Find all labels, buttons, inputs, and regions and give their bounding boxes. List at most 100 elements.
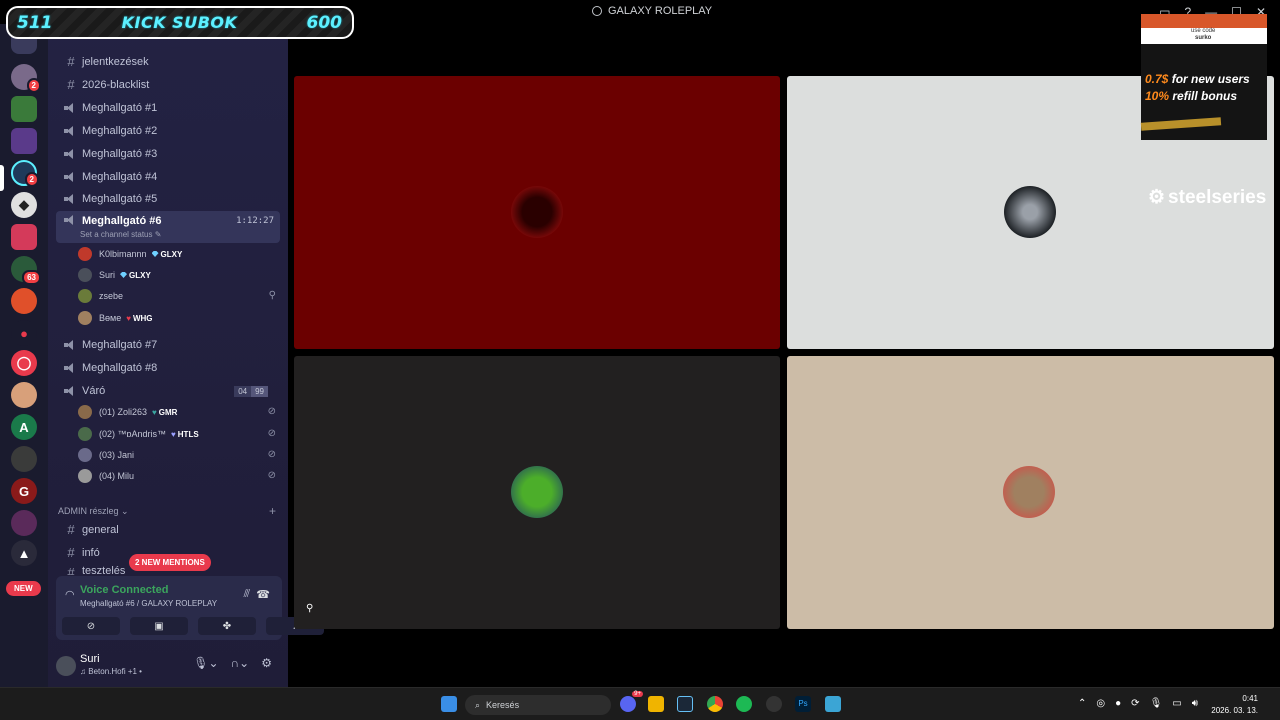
copilot-icon[interactable]: ◎ <box>1096 698 1105 709</box>
server-icon-green[interactable] <box>11 96 37 122</box>
voice-member[interactable]: (03) Jani <box>78 445 134 465</box>
member-name: (02) ™ɒAndris™ <box>99 429 167 439</box>
kick-banner-label: KICK SUBOK <box>121 13 238 32</box>
discord-icon[interactable]: 9+ <box>620 691 643 712</box>
avatar <box>78 448 92 462</box>
avatar <box>78 268 92 282</box>
file-explorer-icon[interactable] <box>648 696 664 712</box>
chevron-up-icon[interactable]: ⌃ <box>1078 698 1086 709</box>
windows-start-icon[interactable] <box>441 696 457 712</box>
disconnect-icon[interactable]: ☎ <box>256 588 270 601</box>
server-icon-kristof[interactable]: 63 <box>11 256 41 285</box>
ad-banner: use code surko <box>1141 14 1267 44</box>
channel-status-prompt[interactable]: Set a channel status ✎ <box>80 230 161 239</box>
channel-label: infó <box>82 546 100 559</box>
server-icon-white[interactable]: ◆ <box>11 192 37 218</box>
streaming-icon: ⚲ <box>306 603 314 614</box>
microphone-icon[interactable]: 🎙︎ <box>1150 698 1163 709</box>
channel-meghallgato-7[interactable]: Meghallgató #7 <box>56 334 280 355</box>
user-panel: Suri ♫ Beton.Hofi +1 • 🎙︎⌄ ∩⌄ ⚙ <box>48 644 288 687</box>
microphone-icon[interactable]: 🎙︎⌄ <box>193 656 218 670</box>
channel-label: jelentkezések <box>82 55 149 68</box>
server-icon-purple[interactable] <box>11 510 37 536</box>
server-icon-red-dot[interactable]: ● <box>11 320 37 346</box>
server-icon-avatar[interactable] <box>11 382 37 408</box>
spotify-icon[interactable] <box>736 696 752 712</box>
steelseries-gg-icon[interactable] <box>766 696 782 712</box>
camera-off-button[interactable]: ⊘ <box>62 617 120 635</box>
voice-member[interactable]: Suri GLXY <box>78 265 151 285</box>
camera-off-icon: ⊘ <box>86 620 96 632</box>
member-name: zsebe <box>99 291 124 301</box>
voice-member[interactable]: zsebe <box>78 286 123 306</box>
voice-member[interactable]: (01) Zoli263 ♥ GMR <box>78 402 177 422</box>
server-icon-cat[interactable]: 2 <box>11 64 41 93</box>
channel-label: 2026-blacklist <box>82 78 150 91</box>
call-timer: 1:12:27 <box>236 216 274 226</box>
voice-connected-title[interactable]: Voice Connected <box>80 584 168 596</box>
photoshop-icon[interactable]: Ps <box>795 696 811 712</box>
gear-icon[interactable]: ⚙ <box>261 656 272 670</box>
server-icon-a[interactable]: A <box>11 414 37 440</box>
network-icon[interactable]: ▭ <box>1172 698 1181 709</box>
channel-meghallgato-1[interactable]: Meghallgató #1 <box>56 97 280 118</box>
screen-share-button[interactable]: ▣ <box>130 617 188 635</box>
kick-sub-banner: 511 KICK SUBOK 600 <box>6 6 354 39</box>
channel-blacklist[interactable]: #2026-blacklist <box>56 74 280 95</box>
kick-right-count: 600 <box>306 12 343 33</box>
voice-member[interactable]: Вөме ♥ WHG <box>78 308 153 328</box>
user-controls: 🎙︎⌄ ∩⌄ ⚙ <box>193 656 272 670</box>
server-icon-figure[interactable] <box>11 446 37 472</box>
channel-meghallgato-5[interactable]: Meghallgató #5 <box>56 188 280 209</box>
category-label: ADMIN részleg <box>58 506 119 516</box>
steam-icon[interactable] <box>677 696 693 712</box>
channel-meghallgato-8[interactable]: Meghallgató #8 <box>56 357 280 378</box>
server-icon-pink[interactable] <box>11 224 37 250</box>
rifle-image <box>1140 117 1222 131</box>
signal-icon[interactable]: ◠ <box>65 588 75 601</box>
user-name[interactable]: Suri <box>80 653 100 665</box>
channel-jelentkezesek[interactable]: # jelentkezések <box>56 51 280 72</box>
voice-member[interactable]: (04) Milu <box>78 466 134 486</box>
new-mentions-pill[interactable]: 2 NEW MENTIONS <box>129 554 211 571</box>
noise-suppression-icon[interactable]: ⫻ <box>243 588 250 601</box>
server-icon-fortnite[interactable] <box>11 128 37 154</box>
new-badge[interactable]: NEW <box>6 581 41 596</box>
status-dot-icon[interactable]: ● <box>1115 698 1121 709</box>
streaming-icon: ⚲ <box>268 290 276 301</box>
sync-icon[interactable]: ⟳ <box>1131 698 1139 709</box>
voice-connected-subtitle[interactable]: Meghallgató #6 / GALAXY ROLEPLAY <box>80 599 217 608</box>
clock[interactable]: 0:41 2026. 03. 13. <box>1211 693 1258 717</box>
server-icon-triangle[interactable]: ▲ <box>11 540 37 566</box>
headphones-icon[interactable]: ∩⌄ <box>231 656 250 670</box>
add-channel-icon[interactable]: + <box>269 504 276 518</box>
channel-meghallgato-4[interactable]: Meghallgató #4 <box>56 166 280 187</box>
server-badge: 2 <box>24 172 39 187</box>
chrome-icon[interactable] <box>707 696 723 712</box>
video-tile-3[interactable]: ⚲ <box>294 356 780 629</box>
channel-label: general <box>82 523 119 536</box>
video-tile-4[interactable] <box>787 356 1274 629</box>
hash-icon: # <box>67 522 75 537</box>
volume-icon[interactable]: 🔊︎ <box>1192 698 1198 709</box>
channel-meghallgato-3[interactable]: Meghallgató #3 <box>56 143 280 164</box>
notepad-icon[interactable] <box>825 696 841 712</box>
channel-meghallgato-6-active[interactable]: Meghallgató #6 1:12:27 Set a channel sta… <box>56 211 280 243</box>
video-tile-1[interactable] <box>294 76 780 349</box>
clock-date: 2026. 03. 13. <box>1211 706 1258 715</box>
activities-icon: ✤ <box>222 620 232 632</box>
avatar[interactable] <box>56 656 76 676</box>
channel-label: Váró <box>82 384 106 397</box>
channel-general[interactable]: # general <box>56 519 280 540</box>
server-icon-orange[interactable] <box>11 288 37 314</box>
server-icon-g[interactable]: G <box>11 478 37 504</box>
taskbar-search[interactable]: ⌕ Keresés <box>465 695 611 715</box>
server-icon-galaxy[interactable]: 2 <box>11 160 39 187</box>
server-icon-ring[interactable]: ◯ <box>11 350 37 376</box>
voice-member[interactable]: K0lbimannn GLXY <box>78 244 182 264</box>
voice-member[interactable]: (02) ™ɒAndris™ ♥ HTLS <box>78 424 199 444</box>
channel-varo[interactable]: Váró 04 99 <box>56 380 280 401</box>
activities-button[interactable]: ✤ <box>198 617 256 635</box>
channel-meghallgato-2[interactable]: Meghallgató #2 <box>56 120 280 141</box>
category-admin[interactable]: ADMIN részleg ⌄ <box>58 506 129 517</box>
